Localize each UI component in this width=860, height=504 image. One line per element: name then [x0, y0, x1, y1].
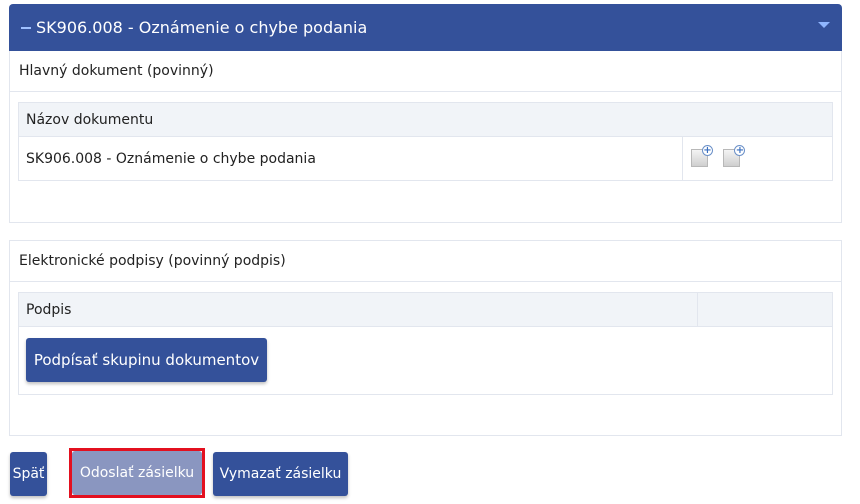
signature-cell: Podpísať skupinu dokumentov: [18, 326, 833, 395]
main-document-title: Hlavný dokument (povinný): [10, 51, 841, 92]
main-document-section: Hlavný dokument (povinný) Názov dokument…: [9, 51, 842, 223]
send-button[interactable]: Odoslať zásielku: [72, 451, 202, 495]
document-actions-cell: + +: [682, 136, 833, 181]
document-name-cell: SK906.008 - Oznámenie o chybe podania: [18, 136, 683, 181]
collapse-dash-icon: [21, 26, 31, 29]
table-row: Podpísať skupinu dokumentov: [18, 326, 833, 395]
clear-button[interactable]: Vymazať zásielku: [213, 452, 348, 496]
signatures-title: Elektronické podpisy (povinný podpis): [10, 241, 841, 282]
document-name-header: Názov dokumentu: [18, 102, 833, 137]
signature-header: Podpis: [18, 292, 698, 327]
signatures-section: Elektronické podpisy (povinný podpis) Po…: [9, 240, 842, 436]
back-button[interactable]: Späť: [10, 452, 47, 496]
add-document-icon[interactable]: +: [723, 145, 746, 167]
panel-title: SK906.008 - Oznámenie o chybe podania: [36, 18, 368, 37]
sign-documents-button[interactable]: Podpísať skupinu dokumentov: [26, 338, 267, 382]
table-row: SK906.008 - Oznámenie o chybe podania + …: [18, 136, 833, 181]
add-document-icon[interactable]: +: [691, 145, 713, 167]
document-table: Názov dokumentu SK906.008 - Oznámenie o …: [18, 102, 833, 181]
signature-header-empty: [697, 292, 833, 327]
chevron-down-icon[interactable]: [818, 22, 830, 28]
panel-header[interactable]: SK906.008 - Oznámenie o chybe podania: [9, 4, 842, 51]
signature-table: Podpis Podpísať skupinu dokumentov: [18, 292, 833, 395]
